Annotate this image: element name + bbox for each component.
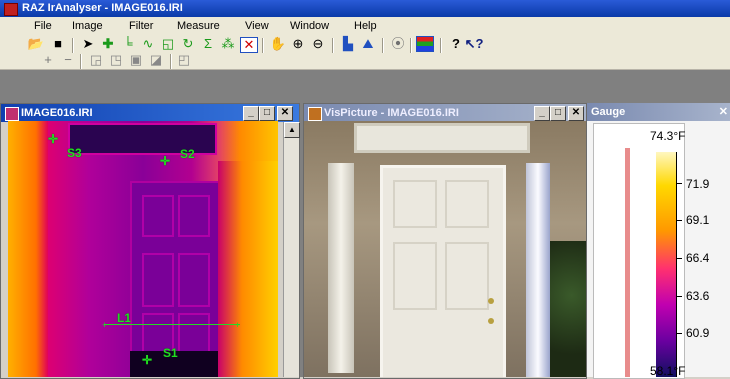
- vis-window-title: VisPicture - IMAGE016.IRI: [324, 107, 459, 119]
- ellipse-area-icon[interactable]: ↻: [180, 37, 196, 51]
- zoom-in-icon[interactable]: ⊕: [290, 37, 306, 51]
- palette-icon[interactable]: [416, 36, 434, 52]
- gauge-tick-label: 66.4: [686, 251, 710, 265]
- layer3-icon[interactable]: ▣: [128, 53, 144, 67]
- menu-window[interactable]: Window: [290, 20, 329, 32]
- app-icon: [4, 3, 18, 16]
- gauge-tick: [676, 296, 682, 297]
- line-l1-label: L1: [117, 311, 132, 325]
- gauge-tick: [676, 333, 682, 334]
- line-tool-icon[interactable]: ╘: [120, 37, 136, 51]
- help-icon[interactable]: ?: [448, 37, 464, 51]
- pointer-icon[interactable]: ➤: [80, 37, 96, 51]
- vis-window-title-bar: VisPicture - IMAGE016.IRI _ □ ✕: [304, 104, 586, 122]
- ir-window-icon: [5, 107, 19, 121]
- vis-transom-window: [354, 123, 530, 153]
- gauge-axis: [676, 152, 677, 377]
- ir-window-title-bar: IMAGE016.IRI _ □ ✕: [1, 104, 299, 122]
- menu-help[interactable]: Help: [354, 20, 377, 32]
- menu-view[interactable]: View: [245, 20, 269, 32]
- delete-icon[interactable]: ✕: [240, 37, 258, 53]
- layer5-icon[interactable]: ◰: [176, 53, 192, 67]
- minimize-button[interactable]: _: [534, 106, 550, 121]
- gauge-max-label: 74.3°F: [650, 129, 686, 143]
- polyline-tool-icon[interactable]: ∿: [140, 37, 156, 51]
- toolbar-separator: [440, 38, 442, 53]
- spot-s1-crosshair-icon[interactable]: ✛: [142, 353, 152, 367]
- gauge-tick: [676, 220, 682, 221]
- sum-icon[interactable]: Σ: [200, 37, 216, 51]
- app-title-bar: RAZ IrAnalyser - IMAGE016.IRI: [0, 0, 730, 17]
- gauge-color-bar: [656, 152, 676, 377]
- toolbar-separator: [262, 38, 264, 53]
- vis-plant: [550, 241, 586, 377]
- gauge-tick-label: 60.9: [686, 326, 710, 340]
- spot-s2-crosshair-icon[interactable]: ✛: [160, 154, 170, 168]
- gauge-tick: [676, 183, 682, 184]
- toolbar-separator: [382, 38, 384, 53]
- maximize-button[interactable]: □: [259, 106, 275, 121]
- line-l1-start-icon: +: [102, 320, 108, 330]
- area-tool-icon[interactable]: ◱: [160, 37, 176, 51]
- play-icon[interactable]: ⦿: [390, 37, 406, 51]
- save-icon[interactable]: ■: [50, 37, 66, 51]
- spot-s3-label: S3: [67, 146, 82, 160]
- ir-window-title: IMAGE016.IRI: [21, 107, 93, 119]
- gauge-min-label: 58.1°F: [650, 364, 686, 378]
- close-button[interactable]: ✕: [568, 106, 584, 121]
- vis-window-icon: [308, 107, 322, 121]
- thermal-left-wall: [8, 121, 48, 377]
- histogram-icon[interactable]: ▙: [340, 37, 356, 51]
- gauge-title-bar: Gauge ✕: [587, 103, 730, 121]
- vis-door: [380, 165, 506, 377]
- gauge-range-marker: [625, 148, 630, 377]
- toolbar-separator: [72, 38, 74, 53]
- pan-icon[interactable]: ✋: [270, 37, 286, 51]
- toolbar-separator: [80, 54, 82, 69]
- toolbar-separator: [410, 38, 412, 53]
- vis-left-sidelight: [328, 163, 354, 373]
- vis-right-sidelight: [526, 163, 550, 377]
- plus-icon[interactable]: +: [40, 53, 56, 67]
- profile-icon[interactable]: ⛰: [360, 37, 376, 51]
- layer2-icon[interactable]: ◳: [108, 53, 124, 67]
- line-l1-end-icon: +: [235, 320, 241, 330]
- gauge-tick: [676, 258, 682, 259]
- close-button[interactable]: ✕: [277, 106, 293, 121]
- minus-icon[interactable]: −: [60, 53, 76, 67]
- gauge-tick-label: 63.6: [686, 289, 710, 303]
- minimize-button[interactable]: _: [243, 106, 259, 121]
- app-title: RAZ IrAnalyser - IMAGE016.IRI: [22, 2, 183, 14]
- thermal-door: [130, 181, 222, 373]
- spot-s1-label: S1: [163, 346, 178, 360]
- context-help-icon[interactable]: ↖?: [465, 37, 484, 51]
- thermal-right-sidelight: [218, 161, 278, 377]
- open-icon[interactable]: 📂: [28, 37, 44, 51]
- maximize-button[interactable]: □: [550, 106, 566, 121]
- zoom-out-icon[interactable]: ⊖: [310, 37, 326, 51]
- move-spot-icon[interactable]: ⁂: [220, 37, 236, 51]
- spot-s3-crosshair-icon[interactable]: ✛: [48, 132, 58, 146]
- toolbar-separator: [170, 54, 172, 69]
- layer1-icon[interactable]: ◲: [88, 53, 104, 67]
- vertical-scrollbar[interactable]: ▲: [283, 122, 300, 377]
- add-spot-icon[interactable]: ✚: [100, 37, 116, 51]
- gauge-title: Gauge: [591, 106, 626, 118]
- toolbar-separator: [332, 38, 334, 53]
- visual-photo[interactable]: [304, 121, 586, 377]
- menu-file[interactable]: File: [34, 20, 52, 32]
- gauge-tick-label: 71.9: [686, 177, 710, 191]
- menu-measure[interactable]: Measure: [177, 20, 220, 32]
- spot-s2-label: S2: [180, 147, 195, 161]
- layer4-icon[interactable]: ◪: [148, 53, 164, 67]
- menu-image[interactable]: Image: [72, 20, 103, 32]
- menu-filter[interactable]: Filter: [129, 20, 153, 32]
- menu-bar: File Image Filter Measure View Window He…: [0, 17, 730, 35]
- thermal-image[interactable]: ✛ S3 ✛ S2 + + L1 ✛ S1: [8, 121, 278, 377]
- gauge-close-icon[interactable]: ✕: [719, 103, 728, 121]
- gauge-tick-label: 69.1: [686, 213, 710, 227]
- scroll-up-arrow-icon[interactable]: ▲: [284, 122, 300, 138]
- toolbar: 📂 ■ ➤ ✚ ╘ ∿ ◱ ↻ Σ ⁂ ✕ ✋ ⊕ ⊖ ▙ ⛰ ⦿ ? ↖? +…: [0, 35, 730, 70]
